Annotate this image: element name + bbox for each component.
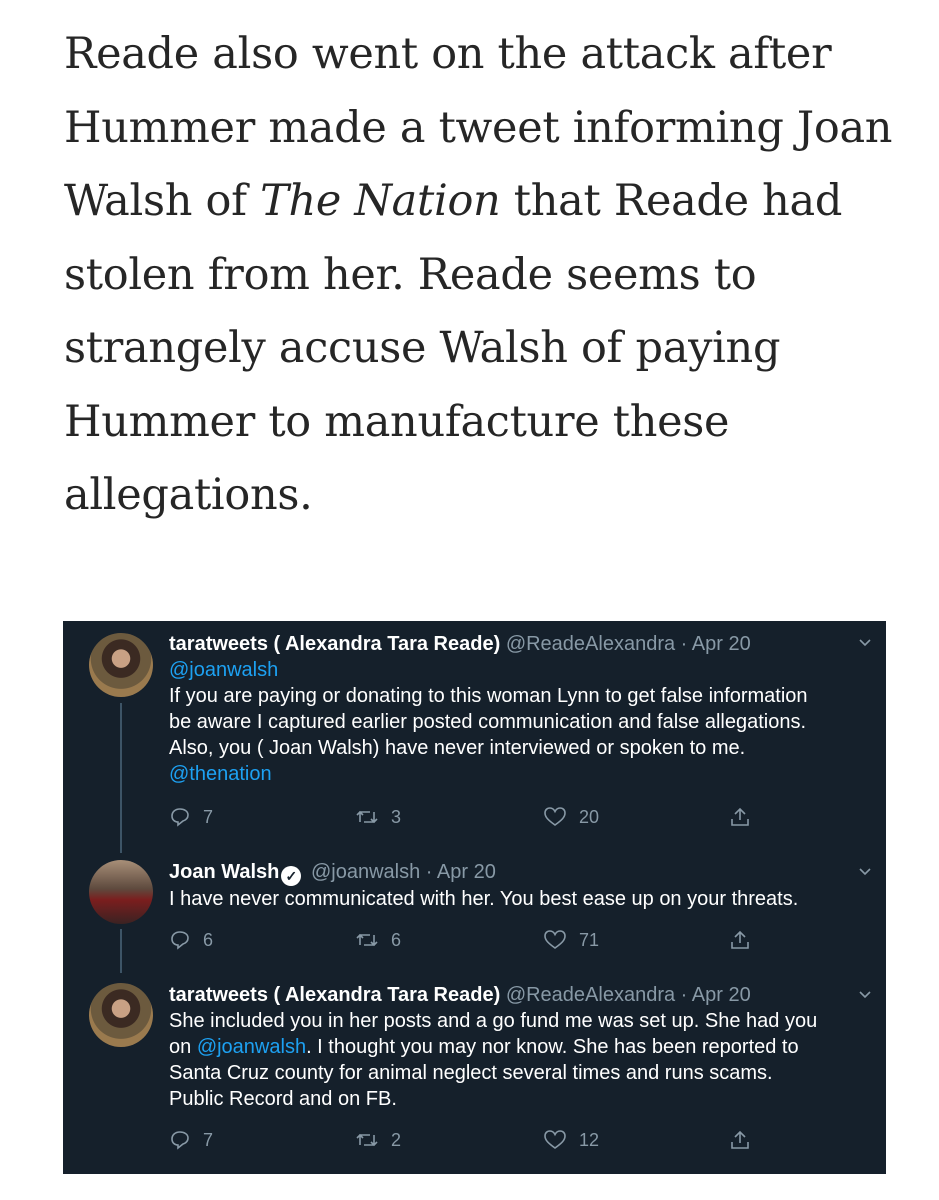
share-button[interactable] xyxy=(729,929,751,951)
tweet-text-line: If you are paying or donating to this wo… xyxy=(169,685,808,707)
reply-icon xyxy=(169,806,191,828)
article-line: Walsh of The Nation that Reade had xyxy=(64,165,894,239)
tweet-date[interactable]: Apr 20 xyxy=(692,984,751,1006)
author-handle[interactable]: @joanwalsh xyxy=(311,861,420,883)
separator-dot: · xyxy=(425,861,433,883)
tweet-thread-screenshot: taratweets ( Alexandra Tara Reade) @Read… xyxy=(63,621,886,1174)
publication-name: The Nation xyxy=(260,176,501,226)
article-line: Hummer to manufacture these xyxy=(64,396,730,447)
share-button[interactable] xyxy=(729,806,751,828)
tweet-date[interactable]: Apr 20 xyxy=(437,861,496,883)
article-text: Walsh of xyxy=(64,176,261,226)
tweet-actions: 7 2 12 xyxy=(169,1129,769,1155)
like-button[interactable]: 20 xyxy=(543,806,599,828)
tweet-text: @joanwalsh If you are paying or donating… xyxy=(169,657,846,787)
avatar[interactable] xyxy=(89,983,153,1047)
retweet-button[interactable]: 6 xyxy=(355,929,401,951)
mention-link[interactable]: @joanwalsh xyxy=(169,659,278,681)
author-handle[interactable]: @ReadeAlexandra xyxy=(506,633,675,655)
reply-count: 6 xyxy=(203,929,214,950)
verified-badge-icon: ✓ xyxy=(281,866,302,886)
reply-icon xyxy=(169,1129,191,1151)
retweet-button[interactable]: 2 xyxy=(355,1129,401,1151)
chevron-down-icon[interactable] xyxy=(858,635,872,649)
author-name[interactable]: Joan Walsh xyxy=(169,861,279,883)
retweet-icon xyxy=(355,1129,379,1151)
tweet-text-segment: on xyxy=(169,1036,197,1058)
tweet-actions: 6 6 71 xyxy=(169,929,769,955)
tweet-text-segment: . I thought you may nor know. She has be… xyxy=(306,1036,799,1058)
share-icon xyxy=(729,929,751,951)
reply-icon xyxy=(169,929,191,951)
chevron-down-icon[interactable] xyxy=(858,987,872,1001)
tweet-actions: 7 3 20 xyxy=(169,806,769,832)
article-line: Reade also went on the attack after xyxy=(64,29,832,79)
retweet-count: 3 xyxy=(391,806,402,827)
retweet-count: 6 xyxy=(391,929,402,950)
tweet-text: She included you in her posts and a go f… xyxy=(169,1008,846,1112)
author-name[interactable]: taratweets ( Alexandra Tara Reade) xyxy=(169,633,500,655)
thread-connector xyxy=(120,929,122,973)
mention-link[interactable]: @thenation xyxy=(169,763,272,785)
article-line: strangely accuse Walsh of paying xyxy=(64,323,781,373)
like-count: 71 xyxy=(579,929,600,950)
tweet-text-line: Public Record and on FB. xyxy=(169,1088,397,1110)
mention-link[interactable]: @joanwalsh xyxy=(197,1036,306,1058)
retweet-count: 2 xyxy=(391,1129,402,1150)
reply-count: 7 xyxy=(203,1129,214,1150)
chevron-down-icon[interactable] xyxy=(858,864,872,878)
article-line: stolen from her. Reade seems to xyxy=(64,249,757,300)
author-name[interactable]: taratweets ( Alexandra Tara Reade) xyxy=(169,984,500,1006)
like-icon xyxy=(543,929,567,951)
tweet-date[interactable]: Apr 20 xyxy=(692,633,751,655)
like-icon xyxy=(543,806,567,828)
tweet-text-line: Also, you ( Joan Walsh) have never inter… xyxy=(169,737,746,759)
share-icon xyxy=(729,1129,751,1151)
reply-button[interactable]: 6 xyxy=(169,929,213,951)
tweet-text: I have never communicated with her. You … xyxy=(169,886,846,912)
tweet-text-line: on @joanwalsh. I thought you may nor kno… xyxy=(169,1034,846,1060)
like-button[interactable]: 71 xyxy=(543,929,599,951)
separator-dot: · xyxy=(680,633,688,655)
retweet-icon xyxy=(355,929,379,951)
reply-button[interactable]: 7 xyxy=(169,1129,213,1151)
separator-dot: · xyxy=(680,984,688,1006)
tweet-text-line: be aware I captured earlier posted commu… xyxy=(169,711,807,733)
article-text: that Reade had xyxy=(500,176,843,226)
tweet-text-line: Santa Cruz county for animal neglect sev… xyxy=(169,1062,773,1084)
article-line: Hummer made a tweet informing Joan xyxy=(64,102,893,153)
tweet-text-line: She included you in her posts and a go f… xyxy=(169,1010,818,1032)
retweet-icon xyxy=(355,806,379,828)
share-button[interactable] xyxy=(729,1129,751,1151)
thread-connector xyxy=(120,703,122,853)
reply-count: 7 xyxy=(203,806,214,827)
like-count: 20 xyxy=(579,806,600,827)
reply-button[interactable]: 7 xyxy=(169,806,213,828)
author-handle[interactable]: @ReadeAlexandra xyxy=(506,984,675,1006)
share-icon xyxy=(729,806,751,828)
retweet-button[interactable]: 3 xyxy=(355,806,401,828)
like-button[interactable]: 12 xyxy=(543,1129,599,1151)
like-icon xyxy=(543,1129,567,1151)
avatar[interactable] xyxy=(89,860,153,924)
like-count: 12 xyxy=(579,1129,600,1150)
article-paragraph: Reade also went on the attack after Humm… xyxy=(64,18,894,533)
tweet-text-line: I have never communicated with her. You … xyxy=(169,888,799,910)
article-line: allegations. xyxy=(64,470,313,520)
avatar[interactable] xyxy=(89,633,153,697)
